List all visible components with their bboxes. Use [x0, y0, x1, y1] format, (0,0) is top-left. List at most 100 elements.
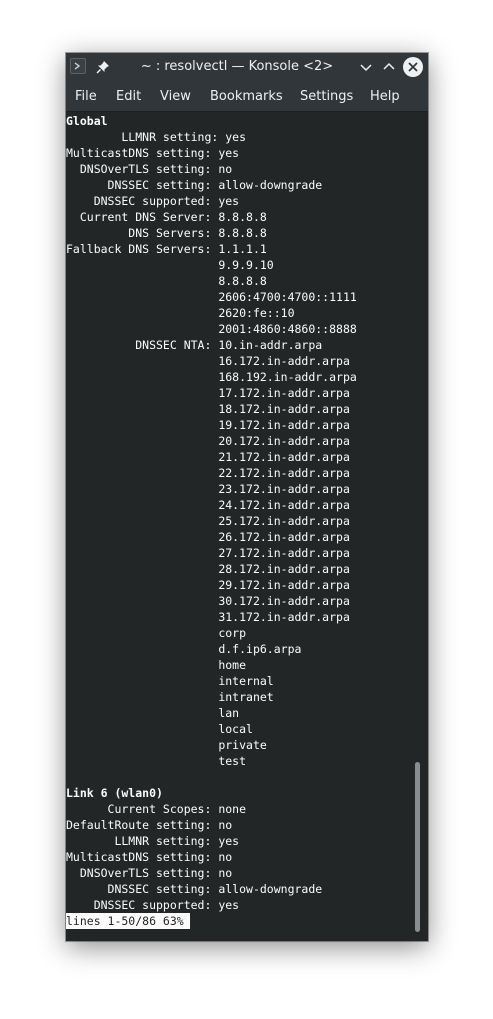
terminal-line: DNSOverTLS setting: no	[66, 161, 232, 177]
terminal-line-key	[66, 434, 211, 448]
terminal-line: 26.172.in-addr.arpa	[66, 529, 350, 545]
terminal-line: Current Scopes: none	[66, 801, 247, 817]
minimize-button[interactable]	[357, 58, 375, 76]
terminal-line: corp	[66, 625, 246, 641]
terminal-line-key: DNSOverTLS setting:	[66, 866, 212, 880]
terminal-line: 22.172.in-addr.arpa	[66, 465, 350, 481]
close-button[interactable]	[403, 57, 423, 77]
terminal-line: Current DNS Server: 8.8.8.8	[66, 209, 267, 225]
terminal-line: 2606:4700:4700::1111	[66, 289, 357, 305]
terminal-line-value: none	[211, 802, 247, 816]
terminal-line: DefaultRoute setting: no	[66, 817, 232, 833]
terminal-line-key: Fallback DNS Servers:	[66, 242, 212, 256]
terminal-line-value: 10.in-addr.arpa	[211, 338, 323, 352]
terminal-line-value: 1.1.1.1	[211, 242, 267, 256]
menu-edit[interactable]: Edit	[116, 89, 141, 104]
maximize-button[interactable]	[380, 58, 398, 76]
terminal-line: 9.9.9.10	[66, 257, 273, 273]
menu-view[interactable]: View	[160, 89, 191, 104]
terminal-line-value: 25.172.in-addr.arpa	[211, 514, 350, 528]
terminal-line: Global	[66, 113, 108, 129]
menu-bookmarks[interactable]: Bookmarks	[210, 89, 283, 104]
terminal-line-key: DNSSEC NTA:	[66, 338, 212, 352]
terminal-line-key: DNSSEC supported:	[66, 194, 212, 208]
terminal-line-value: 18.172.in-addr.arpa	[211, 402, 350, 416]
terminal-line: 168.192.in-addr.arpa	[66, 369, 357, 385]
terminal-line-key: MulticastDNS setting:	[66, 850, 212, 864]
terminal-line-key	[66, 322, 211, 336]
terminal-line: Fallback DNS Servers: 1.1.1.1	[66, 241, 267, 257]
terminal-line-value: 20.172.in-addr.arpa	[211, 434, 350, 448]
terminal-line: DNSSEC supported: yes	[66, 897, 239, 913]
terminal-line-key	[66, 690, 211, 704]
terminal-line-key	[66, 466, 211, 480]
terminal-line-value: 16.172.in-addr.arpa	[211, 354, 350, 368]
terminal-line-key	[66, 498, 211, 512]
terminal-line-value: allow-downgrade	[211, 882, 323, 896]
terminal-line-key	[66, 530, 211, 544]
terminal-line-key: Link 6 (wlan0)	[66, 786, 163, 800]
terminal-line: 30.172.in-addr.arpa	[66, 593, 350, 609]
terminal-line: MulticastDNS setting: no	[66, 849, 232, 865]
scrollbar-thumb[interactable]	[415, 762, 420, 932]
terminal-line: LLMNR setting: yes	[66, 129, 246, 145]
title-bar[interactable]: ~ : resolvectl — Konsole <2>	[66, 53, 428, 82]
terminal-line-value: 30.172.in-addr.arpa	[211, 594, 350, 608]
terminal-line: 23.172.in-addr.arpa	[66, 481, 350, 497]
menu-help[interactable]: Help	[370, 89, 400, 104]
terminal-line-key	[66, 386, 211, 400]
terminal-line-value: home	[211, 658, 247, 672]
terminal-line: DNSSEC setting: allow-downgrade	[66, 881, 323, 897]
terminal-line-key	[66, 642, 211, 656]
chevron-up-icon	[383, 62, 395, 70]
terminal-line-value: 168.192.in-addr.arpa	[211, 370, 357, 384]
menu-settings[interactable]: Settings	[300, 89, 353, 104]
terminal-line-key	[66, 546, 211, 560]
terminal-line: intranet	[66, 689, 273, 705]
terminal-line-value: 26.172.in-addr.arpa	[211, 530, 350, 544]
terminal-line-key: Current Scopes:	[66, 802, 212, 816]
terminal-line-value: no	[211, 866, 233, 880]
terminal-line-value: d.f.ip6.arpa	[211, 642, 302, 656]
terminal-line: 18.172.in-addr.arpa	[66, 401, 350, 417]
terminal-line-value: yes	[211, 146, 240, 160]
terminal-line-key	[66, 626, 211, 640]
terminal-line-key	[66, 706, 211, 720]
terminal-icon[interactable]	[70, 58, 86, 74]
terminal-line: 8.8.8.8	[66, 273, 266, 289]
terminal-line-value: 17.172.in-addr.arpa	[211, 386, 350, 400]
terminal-line-value: 28.172.in-addr.arpa	[211, 562, 350, 576]
terminal-line-value: yes	[211, 834, 240, 848]
terminal-line-value: test	[211, 754, 247, 768]
terminal-line: lan	[66, 705, 239, 721]
terminal-line: DNS Servers: 8.8.8.8	[66, 225, 267, 241]
terminal-line-key	[66, 482, 211, 496]
terminal-line-value: 2620:fe::10	[211, 306, 295, 320]
close-icon	[408, 62, 418, 72]
terminal-line-value: 22.172.in-addr.arpa	[211, 466, 350, 480]
terminal-line-key	[66, 354, 211, 368]
terminal-line-key: Global	[66, 114, 108, 128]
terminal-line-key: LLMNR setting:	[66, 130, 219, 144]
terminal-line-value: 27.172.in-addr.arpa	[211, 546, 350, 560]
terminal-line-key	[66, 370, 211, 384]
terminal-line: 24.172.in-addr.arpa	[66, 497, 350, 513]
terminal-line-value: 24.172.in-addr.arpa	[211, 498, 350, 512]
terminal-line-key	[66, 738, 211, 752]
terminal-line: home	[66, 657, 246, 673]
terminal-line-value: 2606:4700:4700::1111	[211, 290, 357, 304]
terminal-line: test	[66, 753, 246, 769]
terminal-line: 2620:fe::10	[66, 305, 295, 321]
terminal-line-key	[66, 450, 211, 464]
terminal-line: DNSOverTLS setting: no	[66, 865, 232, 881]
terminal-line: internal	[66, 673, 273, 689]
menu-file[interactable]: File	[75, 89, 97, 104]
terminal-line-key	[66, 594, 211, 608]
terminal-line: DNSSEC supported: yes	[66, 193, 239, 209]
terminal-line-value: no	[211, 850, 233, 864]
pin-icon[interactable]	[95, 59, 111, 75]
terminal-line: local	[66, 721, 253, 737]
terminal-output[interactable]: Global LLMNR setting: yes MulticastDNS se…	[66, 112, 428, 941]
terminal-line-key	[66, 306, 211, 320]
terminal-line: 31.172.in-addr.arpa	[66, 609, 350, 625]
